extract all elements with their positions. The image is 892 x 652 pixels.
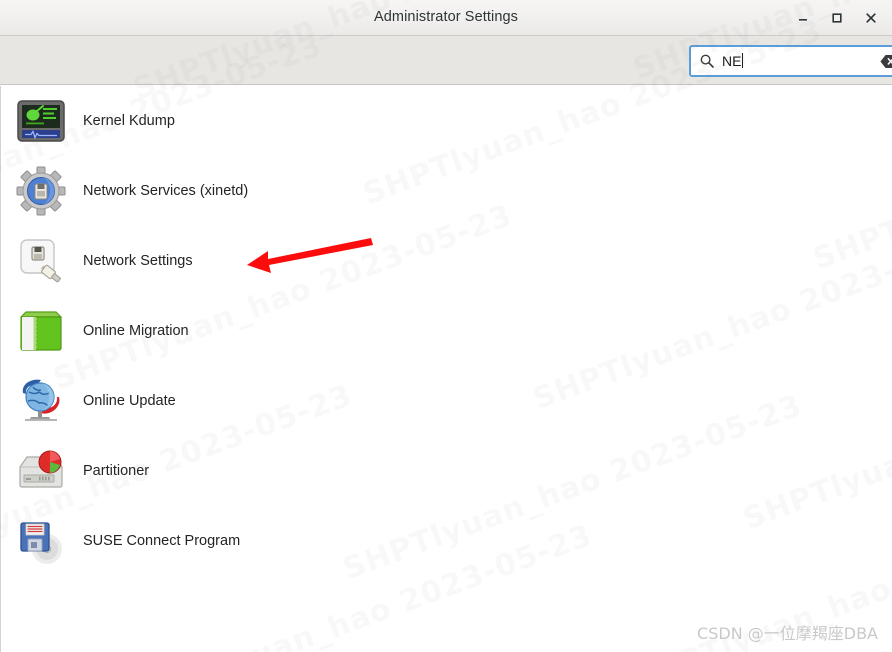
search-icon [699,53,715,69]
list-item[interactable]: Online Update [1,366,892,436]
list-item[interactable]: Online Migration [1,296,892,366]
list-item-label: Online Update [83,393,176,409]
maximize-button[interactable] [820,3,854,33]
module-list-panel: Kernel Kdump Network Services (xinetd) N… [0,86,892,652]
window-controls [786,0,888,36]
minimize-button[interactable] [786,3,820,33]
kernel-kdump-icon [15,95,67,147]
list-item-label: Kernel Kdump [83,113,175,129]
list-item-label: Network Settings [83,253,193,269]
text-cursor [742,53,744,68]
list-item[interactable]: SUSE Connect Program [1,506,892,576]
partitioner-icon [15,445,67,497]
list-item-label: Online Migration [83,323,189,339]
network-settings-icon [15,235,67,287]
search-input-value: NE [722,53,742,69]
list-item[interactable]: Network Services (xinetd) [1,156,892,226]
clear-entry-icon[interactable] [880,54,892,69]
list-item[interactable]: Network Settings [1,226,892,296]
window-titlebar: Administrator Settings [0,0,892,36]
list-item-label: SUSE Connect Program [83,533,241,549]
network-services-icon [15,165,67,217]
window-title: Administrator Settings [373,9,519,25]
module-list: Kernel Kdump Network Services (xinetd) N… [1,86,892,576]
close-button[interactable] [854,3,888,33]
list-item[interactable]: Partitioner [1,436,892,506]
online-migration-icon [15,305,67,357]
list-item-label: Partitioner [83,463,150,479]
search-input[interactable]: NE [689,45,892,77]
online-update-icon [15,375,67,427]
suse-connect-icon [15,515,67,567]
administrator-settings-window: Administrator Settings NE Kernel Kdump N… [0,0,892,652]
search-input-value-wrap: NE [722,53,880,69]
csdn-watermark: CSDN @一位摩羯座DBA [697,624,878,643]
list-item[interactable]: Kernel Kdump [1,86,892,156]
list-item-label: Network Services (xinetd) [83,183,249,199]
